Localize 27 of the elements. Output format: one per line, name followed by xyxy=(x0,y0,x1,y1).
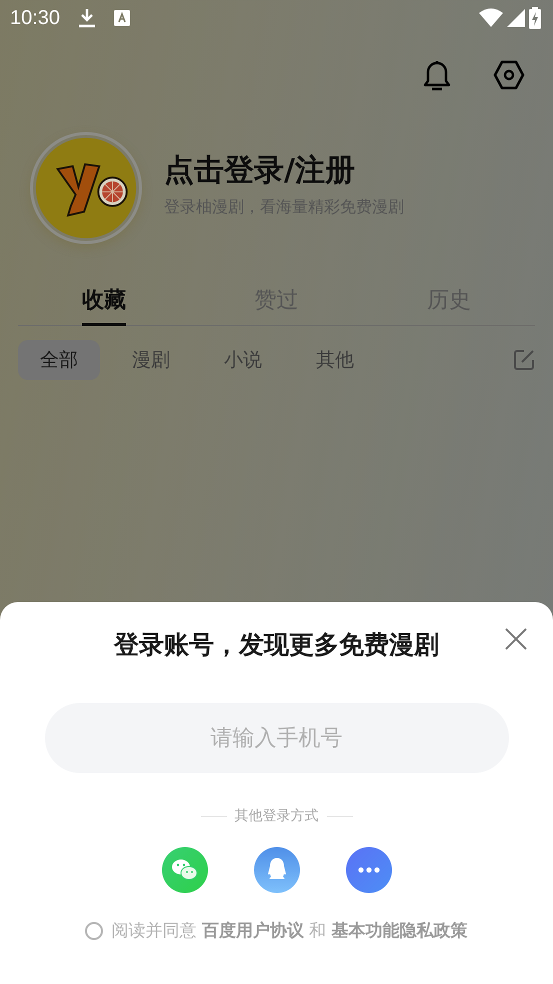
agreement-link[interactable]: 基本功能隐私政策 xyxy=(332,921,468,941)
filter-chip[interactable]: 其他 xyxy=(294,340,376,380)
clock-time: 10:30 xyxy=(10,6,60,30)
signal-icon xyxy=(507,9,525,27)
tab[interactable]: 收藏 xyxy=(82,285,126,326)
app-logo-icon[interactable] xyxy=(30,132,142,244)
phone-input-field[interactable]: 请输入手机号 xyxy=(44,703,508,773)
battery-icon xyxy=(529,7,541,29)
more-dots-icon[interactable] xyxy=(346,847,392,893)
login-sheet-title: 登录账号，发现更多免费漫剧 xyxy=(114,629,439,661)
settings-icon[interactable] xyxy=(493,60,525,90)
agreement-radio[interactable] xyxy=(85,922,104,940)
wifi-icon xyxy=(479,8,503,28)
chat-bubbles-icon[interactable] xyxy=(162,847,208,893)
edit-icon[interactable] xyxy=(513,349,535,371)
notification-bell-icon[interactable] xyxy=(423,60,451,92)
other-login-label: 其他登录方式 xyxy=(234,807,318,825)
download-icon xyxy=(78,8,96,28)
filter-chip[interactable]: 小说 xyxy=(202,340,284,380)
filter-chip[interactable]: 漫剧 xyxy=(110,340,192,380)
close-icon[interactable] xyxy=(505,628,527,650)
login-register-title[interactable]: 点击登录/注册 xyxy=(164,150,404,191)
filter-chip[interactable]: 全部 xyxy=(18,340,100,380)
keyboard-icon xyxy=(114,10,130,26)
penguin-icon[interactable] xyxy=(254,847,300,893)
agreement-link[interactable]: 百度用户协议 xyxy=(202,921,304,941)
agreement-text: 阅读并同意 百度用户协议 和 基本功能隐私政策 xyxy=(111,920,468,942)
